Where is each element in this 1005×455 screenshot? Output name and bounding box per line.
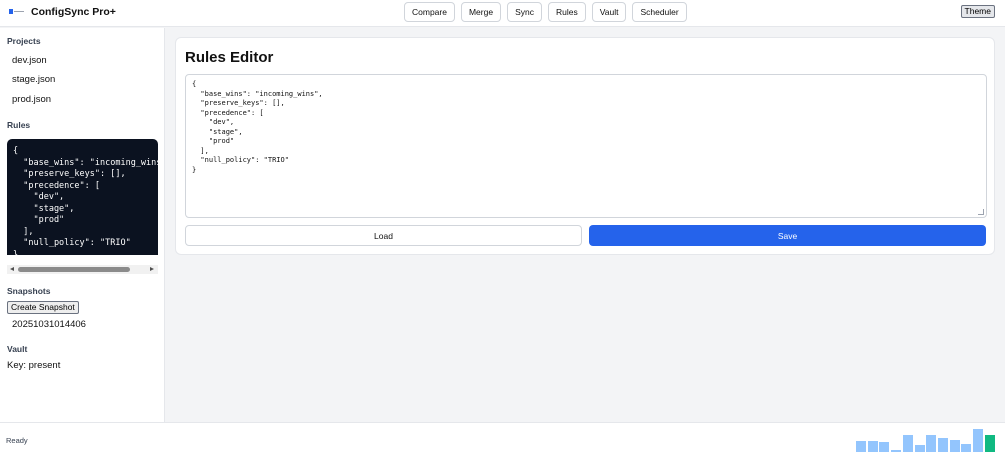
resize-grip-icon[interactable] bbox=[978, 209, 984, 215]
nav-merge-button[interactable]: Merge bbox=[460, 2, 502, 22]
activity-bar bbox=[902, 434, 913, 452]
project-item-stage[interactable]: stage.json bbox=[12, 74, 55, 85]
vault-key-status: Key: present bbox=[7, 360, 61, 371]
nav-rules-button[interactable]: Rules bbox=[547, 2, 586, 22]
activity-bar bbox=[856, 441, 866, 452]
project-item-dev[interactable]: dev.json bbox=[12, 55, 47, 66]
activity-bar bbox=[914, 444, 925, 452]
load-button[interactable]: Load bbox=[185, 225, 582, 246]
scroll-left-icon[interactable] bbox=[10, 267, 14, 271]
rules-preview: { "base_wins": "incoming_wins", "preserv… bbox=[7, 139, 158, 255]
activity-bar bbox=[973, 429, 983, 452]
rules-preview-scrollbar[interactable] bbox=[7, 265, 158, 274]
rules-editor-card: Rules Editor { "base_wins": "incoming_wi… bbox=[175, 37, 995, 255]
activity-bar bbox=[984, 435, 995, 452]
page-title: Rules Editor bbox=[185, 49, 274, 66]
vault-section-title: Vault bbox=[7, 344, 28, 354]
save-button[interactable]: Save bbox=[589, 225, 986, 246]
rules-preview-code: { "base_wins": "incoming_wins", "preserv… bbox=[13, 146, 158, 255]
nav-scheduler-button[interactable]: Scheduler bbox=[632, 2, 687, 22]
nav-vault-button[interactable]: Vault bbox=[591, 2, 627, 22]
activity-bar bbox=[891, 450, 902, 452]
app-header: ConfigSync Pro+ Compare Merge Sync Rules… bbox=[0, 0, 1005, 27]
scrollbar-thumb[interactable] bbox=[18, 267, 130, 272]
sidebar: Projects dev.json stage.json prod.json R… bbox=[0, 28, 165, 422]
activity-bar bbox=[961, 443, 972, 452]
project-item-prod[interactable]: prod.json bbox=[12, 94, 51, 105]
activity-bar bbox=[867, 441, 878, 452]
scroll-right-icon[interactable] bbox=[150, 267, 154, 271]
main-nav: Compare Merge Sync Rules Vault Scheduler bbox=[404, 2, 687, 22]
create-snapshot-button[interactable]: Create Snapshot bbox=[7, 301, 79, 314]
activity-bar bbox=[879, 442, 890, 452]
status-bar: Ready bbox=[0, 422, 1005, 455]
app-logo-icon bbox=[9, 8, 25, 16]
activity-bar bbox=[949, 440, 960, 452]
activity-bar bbox=[937, 437, 948, 452]
snapshots-section-title: Snapshots bbox=[7, 286, 51, 296]
snapshot-item[interactable]: 20251031014406 bbox=[12, 319, 86, 330]
nav-compare-button[interactable]: Compare bbox=[404, 2, 455, 22]
rules-section-title: Rules bbox=[7, 120, 31, 130]
theme-toggle-button[interactable]: Theme bbox=[960, 5, 995, 18]
projects-section-title: Projects bbox=[7, 36, 41, 46]
rules-editor-content: { "base_wins": "incoming_wins", "preserv… bbox=[192, 80, 323, 174]
activity-sparkline bbox=[856, 427, 1000, 452]
activity-bar bbox=[926, 435, 937, 452]
app-title: ConfigSync Pro+ bbox=[31, 6, 116, 18]
nav-sync-button[interactable]: Sync bbox=[507, 2, 542, 22]
status-text: Ready bbox=[6, 436, 28, 445]
rules-editor-textarea[interactable]: { "base_wins": "incoming_wins", "preserv… bbox=[185, 74, 987, 218]
